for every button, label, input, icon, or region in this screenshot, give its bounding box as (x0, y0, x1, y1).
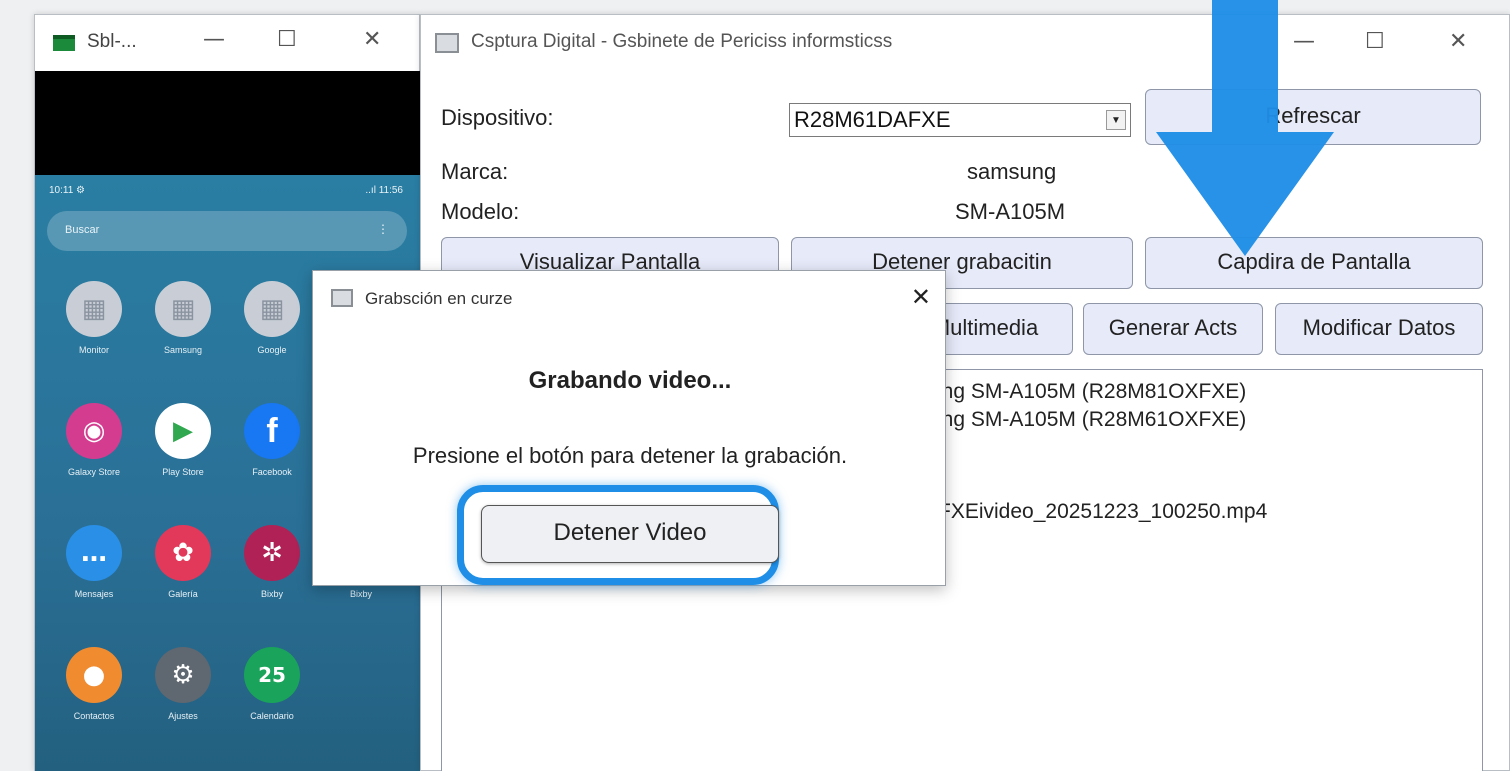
app-label: Ajustes (168, 711, 198, 721)
model-label: Modelo: (441, 199, 520, 224)
close-icon[interactable]: ✕ (911, 283, 931, 311)
app-label: Galaxy Store (67, 467, 121, 477)
app-label: Play Store (162, 467, 204, 477)
app-label: Bixby (349, 589, 372, 599)
phone-search-placeholder: Buscar (65, 224, 100, 236)
app-label: Galería (168, 589, 198, 599)
app-settings[interactable]: ⚙ Ajustes (143, 647, 223, 721)
maximize-button[interactable]: ☐ (1365, 29, 1385, 54)
app-label: Bixby (260, 589, 283, 599)
window-title: Csptura Digital - Gsbinete de Periciss i… (471, 31, 893, 52)
folder-icon: ▦ (155, 281, 211, 337)
app-icon (53, 35, 75, 51)
status-bar-left: 10:11 ⚙ (49, 185, 86, 196)
app-monitor[interactable]: ▦ Monitor (54, 281, 134, 355)
app-icon (331, 289, 353, 307)
app-galaxy-store[interactable]: ◉ Galaxy Store (54, 403, 134, 477)
messages-icon: … (66, 525, 122, 581)
minimize-button[interactable]: — (203, 27, 225, 52)
log-line: XFXEivideo_20251223_100250.mp4 (924, 500, 1268, 523)
app-label: Monitor (78, 345, 109, 355)
folder-icon: ▦ (66, 281, 122, 337)
calendar-icon: 25 (244, 647, 300, 703)
maximize-button[interactable]: ☐ (277, 27, 297, 52)
phone-search-bar[interactable]: Buscar ⋮ (47, 211, 407, 251)
device-select-value: R28M61DAFXE (794, 107, 951, 132)
generate-acts-button[interactable]: Generar Acts (1083, 303, 1263, 355)
facebook-icon: f (244, 403, 300, 459)
app-messages[interactable]: … Mensajes (54, 525, 134, 599)
app-label: Facebook (252, 467, 292, 477)
dialog-message: Presione el botón para detener la grabac… (412, 443, 848, 468)
bixby-icon: ✲ (244, 525, 300, 581)
dialog-title: Grabsción en curze (365, 289, 513, 308)
recording-dialog: Grabsción en curze ✕ Grabando video... P… (312, 270, 946, 586)
close-button[interactable]: ✕ (1449, 29, 1467, 54)
device-label: Dispositivo: (441, 105, 554, 130)
app-google[interactable]: ▦ Google (232, 281, 312, 355)
log-line: ung SM-A105M (R28M81OXFXE) (930, 380, 1247, 403)
app-label: Calendario (250, 711, 294, 721)
more-vert-icon[interactable]: ⋮ (377, 222, 389, 236)
modify-data-button[interactable]: Modificar Datos (1275, 303, 1483, 355)
app-calendar[interactable]: 25 Calendario (232, 647, 312, 721)
brand-label: Marca: (441, 159, 509, 184)
close-button[interactable]: ✕ (363, 27, 381, 52)
device-select[interactable]: R28M61DAFXE ▼ (789, 103, 1131, 137)
app-play-store[interactable]: ▶ Play Store (143, 403, 223, 477)
dialog-heading: Grabando video... (528, 367, 732, 394)
app-contacts[interactable]: ● Contactos (54, 647, 134, 721)
app-label: Mensajes (74, 589, 114, 599)
app-samsung[interactable]: ▦ Samsung (143, 281, 223, 355)
app-gallery[interactable]: ✿ Galería (143, 525, 223, 599)
pointer-arrow-icon (1156, 0, 1334, 256)
stop-video-button[interactable]: Detener Video (481, 505, 779, 563)
phone-window-title: Sbl-... (87, 31, 137, 52)
chevron-down-icon[interactable]: ▼ (1106, 110, 1126, 130)
app-label: Samsung (163, 345, 203, 355)
app-bixby[interactable]: ✲ Bixby (232, 525, 312, 599)
gallery-icon: ✿ (155, 525, 211, 581)
log-line: ung SM-A105M (R28M61OXFXE) (930, 408, 1247, 431)
galaxy-store-icon: ◉ (66, 403, 122, 459)
phone-screen-top (35, 71, 421, 175)
app-icon (435, 33, 459, 53)
brand-value: samsung (967, 159, 1057, 184)
folder-icon: ▦ (244, 281, 300, 337)
gear-icon: ⚙ (155, 647, 211, 703)
app-label: Google (257, 345, 287, 355)
model-value: SM-A105M (955, 199, 1066, 224)
phone-titlebar: Sbl-... — ☐ ✕ (35, 15, 419, 71)
app-label: Contactos (73, 711, 115, 721)
app-facebook[interactable]: f Facebook (232, 403, 312, 477)
play-store-icon: ▶ (155, 403, 211, 459)
status-bar-right: ..ıl 11:56 (365, 185, 403, 196)
contacts-icon: ● (66, 647, 122, 703)
